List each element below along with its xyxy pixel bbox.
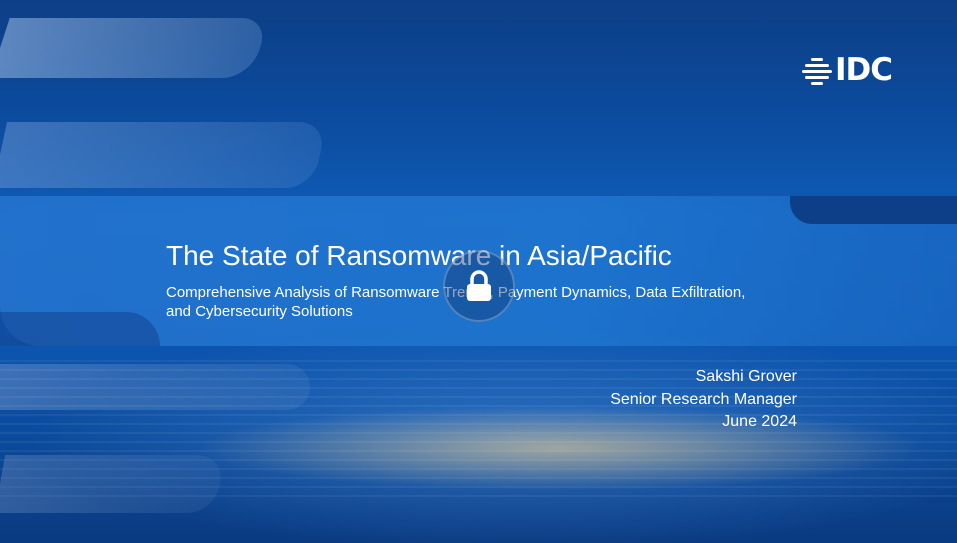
decorative-streak — [0, 122, 328, 188]
band-notch — [790, 196, 957, 224]
author-name: Sakshi Grover — [695, 368, 797, 385]
slide-cover: IDC The State of Ransomware in Asia/Paci… — [0, 0, 957, 543]
idc-logo-text: IDC — [835, 51, 893, 88]
author-role: Senior Research Manager — [610, 390, 797, 408]
author-block: Sakshi Grover Senior Research Manager Ju… — [610, 366, 797, 434]
publication-date: June 2024 — [722, 413, 797, 430]
slide-title: The State of Ransomware in Asia/Pacific — [166, 240, 672, 271]
idc-logo: IDC — [802, 51, 893, 88]
idc-logo-mark-icon — [802, 55, 832, 85]
locked-content-button[interactable] — [443, 250, 515, 322]
decorative-streak — [0, 455, 226, 513]
lock-icon — [467, 270, 491, 301]
band-shade — [0, 312, 160, 346]
decorative-streak — [0, 18, 270, 78]
